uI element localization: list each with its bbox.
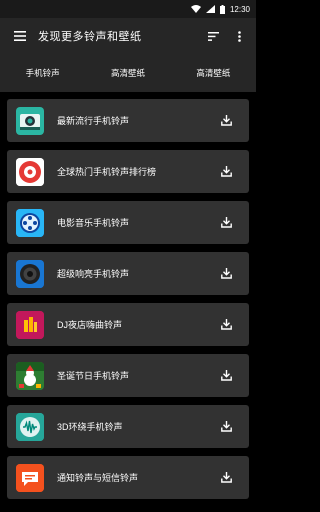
- list-item-label: DJ夜店嗨曲铃声: [57, 320, 122, 330]
- app-bar: 发现更多铃声和壁纸: [0, 18, 256, 54]
- soundwave-icon: [16, 412, 44, 441]
- list-item[interactable]: 超级响亮手机铃声: [7, 252, 249, 295]
- download-icon[interactable]: [213, 405, 239, 448]
- download-icon[interactable]: [213, 456, 239, 499]
- status-bar: 12:30: [0, 0, 256, 18]
- battery-icon: [219, 4, 225, 14]
- tab-wallpapers-hd[interactable]: 高清壁纸: [171, 67, 256, 79]
- christmas-icon: [16, 361, 44, 390]
- download-icon[interactable]: [213, 252, 239, 295]
- speaker-icon: [16, 259, 44, 288]
- more-vert-icon[interactable]: [226, 18, 252, 54]
- list-item[interactable]: 通知铃声与短信铃声: [7, 456, 249, 499]
- tab-wallpapers[interactable]: 高清壁纸: [85, 67, 170, 79]
- tab-ringtones[interactable]: 手机铃声: [0, 67, 85, 79]
- list-item-label: 通知铃声与短信铃声: [57, 473, 139, 483]
- list-item[interactable]: 电影音乐手机铃声: [7, 201, 249, 244]
- list-item[interactable]: 最新流行手机铃声: [7, 99, 249, 142]
- camera-app-icon: [16, 106, 44, 135]
- list-item-label: 圣诞节日手机铃声: [57, 371, 130, 381]
- sort-icon[interactable]: [200, 18, 226, 54]
- menu-icon[interactable]: [2, 18, 38, 54]
- list-item[interactable]: 3D环绕手机铃声: [7, 405, 249, 448]
- list-item[interactable]: 圣诞节日手机铃声: [7, 354, 249, 397]
- message-bubble-icon: [16, 463, 44, 492]
- list-item-label: 3D环绕手机铃声: [57, 422, 123, 432]
- music-record-icon: [16, 157, 44, 186]
- download-icon[interactable]: [213, 354, 239, 397]
- dj-party-icon: [16, 310, 44, 339]
- list-item[interactable]: DJ夜店嗨曲铃声: [7, 303, 249, 346]
- download-icon[interactable]: [213, 201, 239, 244]
- wifi-icon: [190, 5, 201, 13]
- list-item-label: 超级响亮手机铃声: [57, 269, 130, 279]
- signal-icon: [205, 5, 215, 13]
- list-item-label: 最新流行手机铃声: [57, 116, 130, 126]
- status-time: 12:30: [229, 4, 250, 14]
- film-reel-icon: [16, 208, 44, 237]
- download-icon[interactable]: [213, 303, 239, 346]
- tab-bar: 手机铃声 高清壁纸 高清壁纸: [0, 54, 256, 92]
- download-icon[interactable]: [213, 99, 239, 142]
- list-item-label: 电影音乐手机铃声: [57, 218, 130, 228]
- download-icon[interactable]: [213, 150, 239, 193]
- ringtone-category-list: 最新流行手机铃声 全球热门手机铃声排行榜 电影音乐手机铃声 超级响亮手机铃声 D…: [0, 92, 256, 512]
- page-title: 发现更多铃声和壁纸: [38, 31, 142, 43]
- list-item[interactable]: 全球热门手机铃声排行榜: [7, 150, 249, 193]
- list-item-label: 全球热门手机铃声排行榜: [57, 167, 157, 177]
